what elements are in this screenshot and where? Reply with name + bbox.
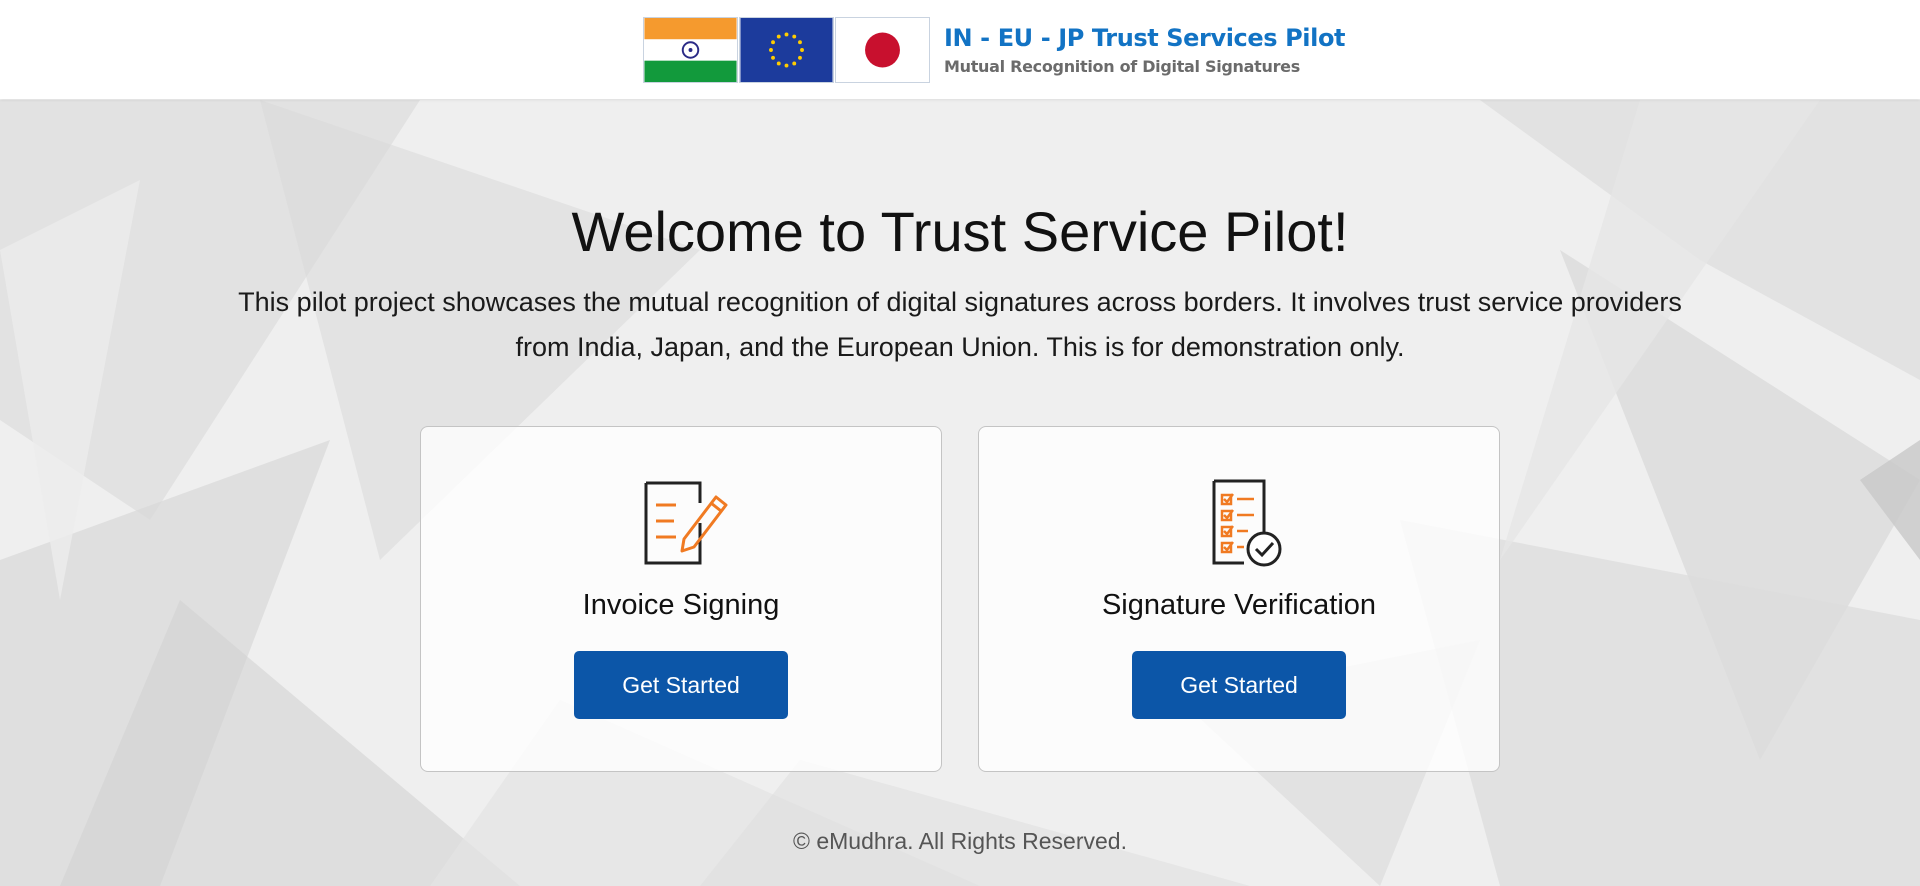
main-content: Welcome to Trust Service Pilot! This pil… <box>0 99 1920 886</box>
card-title-signature-verification: Signature Verification <box>1101 589 1377 621</box>
india-flag-icon <box>643 17 738 83</box>
top-header: IN - EU - JP Trust Services Pilot Mutual… <box>0 0 1920 99</box>
signature-verification-card: Signature Verification Get Started <box>978 426 1500 772</box>
brand-title: IN - EU - JP Trust Services Pilot <box>944 23 1346 52</box>
brand-subtitle: Mutual Recognition of Digital Signatures <box>944 56 1300 76</box>
intro-description: This pilot project showcases the mutual … <box>238 287 1682 362</box>
japan-flag-icon <box>835 17 930 83</box>
footer-copyright: © eMudhra. All Rights Reserved. <box>793 828 1127 854</box>
brand-text: IN - EU - JP Trust Services Pilot Mutual… <box>944 23 1346 78</box>
brand-logo[interactable]: IN - EU - JP Trust Services Pilot Mutual… <box>643 17 1346 83</box>
document-pen-icon <box>644 481 728 565</box>
invoice-signing-card: Invoice Signing Get Started <box>420 426 942 772</box>
flags-group <box>643 17 931 83</box>
checklist-verified-icon <box>1212 479 1282 567</box>
get-started-invoice-button[interactable]: Get Started <box>574 651 788 719</box>
eu-flag-icon <box>739 17 834 83</box>
card-title-invoice-signing: Invoice Signing <box>582 589 780 621</box>
get-started-verification-button[interactable]: Get Started <box>1132 651 1346 719</box>
page-title: Welcome to Trust Service Pilot! <box>571 200 1349 263</box>
